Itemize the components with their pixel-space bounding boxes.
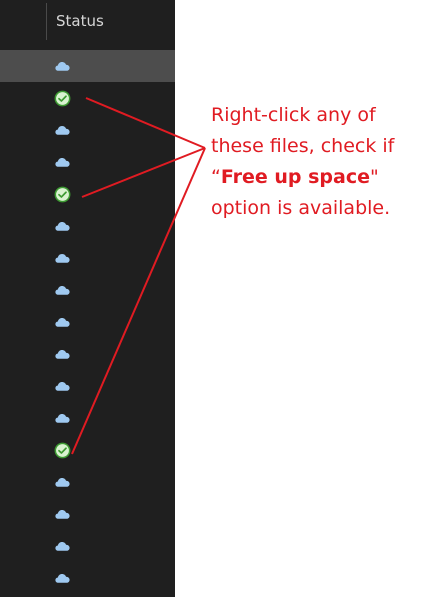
file-row[interactable]: [0, 338, 175, 370]
cloud-icon: [55, 285, 70, 295]
annotation-callout: Right-click any of these files, check if…: [211, 100, 421, 224]
file-row[interactable]: [0, 370, 175, 402]
file-list: [0, 50, 175, 594]
file-row[interactable]: [0, 434, 175, 466]
file-row[interactable]: [0, 306, 175, 338]
cloud-icon: [55, 381, 70, 391]
file-row[interactable]: [0, 562, 175, 594]
file-row[interactable]: [0, 210, 175, 242]
column-header-bar: Status: [0, 0, 175, 42]
cloud-icon: [55, 61, 70, 71]
annotation-line-1: Right-click any of: [211, 104, 376, 126]
cloud-icon: [55, 413, 70, 423]
file-row[interactable]: [0, 402, 175, 434]
file-row[interactable]: [0, 242, 175, 274]
cloud-icon: [55, 221, 70, 231]
file-row[interactable]: [0, 50, 175, 82]
annotation-open-quote: “: [211, 166, 221, 188]
cloud-icon: [55, 509, 70, 519]
file-explorer-pane: Status: [0, 0, 175, 597]
cloud-icon: [55, 541, 70, 551]
annotation-line-4: option is available.: [211, 197, 391, 219]
cloud-icon: [55, 573, 70, 583]
cloud-icon: [55, 157, 70, 167]
file-row[interactable]: [0, 146, 175, 178]
column-divider[interactable]: [46, 3, 47, 40]
file-row[interactable]: [0, 178, 175, 210]
status-column-header[interactable]: Status: [56, 12, 104, 30]
file-row[interactable]: [0, 82, 175, 114]
file-row[interactable]: [0, 498, 175, 530]
cloud-icon: [55, 125, 70, 135]
cloud-icon: [55, 317, 70, 327]
file-row[interactable]: [0, 466, 175, 498]
annotation-line-3: “Free up space": [211, 162, 421, 193]
annotation-close-quote: ": [370, 166, 379, 188]
check-icon: [54, 442, 71, 459]
cloud-icon: [55, 349, 70, 359]
cloud-icon: [55, 253, 70, 263]
annotation-line-2: these files, check if: [211, 135, 395, 157]
file-row[interactable]: [0, 274, 175, 306]
file-row[interactable]: [0, 114, 175, 146]
screenshot-stage: Status Right-click any of these files, c…: [0, 0, 424, 597]
check-icon: [54, 186, 71, 203]
file-row[interactable]: [0, 530, 175, 562]
check-icon: [54, 90, 71, 107]
cloud-icon: [55, 477, 70, 487]
annotation-free-up-space: Free up space: [220, 166, 370, 188]
